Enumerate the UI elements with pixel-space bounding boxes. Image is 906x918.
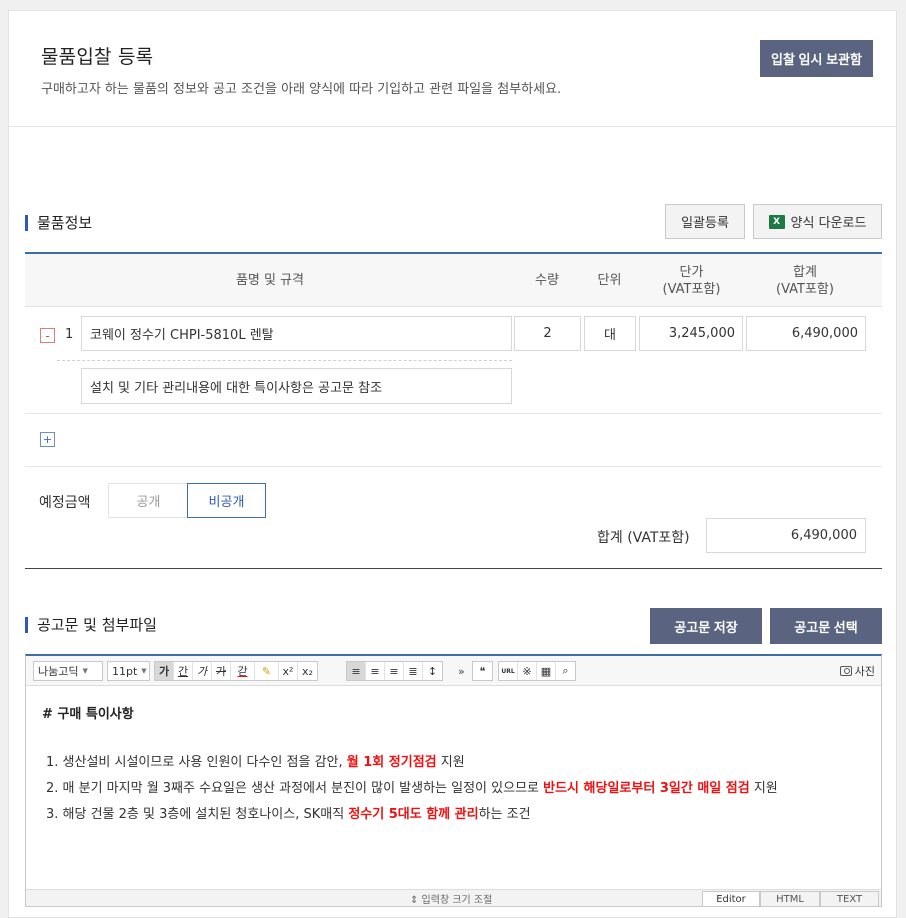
line-text: 하는 조건 bbox=[478, 807, 531, 822]
col-price-line1: 단가 bbox=[679, 264, 704, 280]
save-notice-button[interactable]: 공고문 저장 bbox=[650, 608, 762, 644]
line-text: 지원 bbox=[749, 781, 778, 796]
line-text: 2. 매 분기 마지막 월 3째주 수요일은 생산 과정에서 분진이 많이 발생… bbox=[46, 781, 544, 796]
line-highlight: 정수기 5대도 함께 관리 bbox=[348, 807, 479, 822]
underline-button[interactable]: 간 bbox=[174, 662, 193, 680]
col-total-line1: 합계 bbox=[793, 264, 817, 280]
link-icon[interactable]: URL bbox=[499, 662, 518, 680]
estimated-price-label: 예정금액 bbox=[39, 495, 91, 511]
row-separator bbox=[25, 466, 882, 467]
align-center-icon[interactable]: ≡ bbox=[366, 662, 385, 680]
editor-toolbar: 나눔고딕 ▼ 11pt ▼ 가 간 가 가 갇 ✎ x² x₂ ≡ ≡ ≡ ≣ ↕ bbox=[26, 656, 881, 686]
item-qty-field[interactable]: 2 bbox=[514, 316, 581, 351]
sum-value-field: 6,490,000 bbox=[706, 518, 866, 553]
quote-group: ❝ bbox=[472, 661, 493, 681]
page-title: 물품입찰 등록 bbox=[41, 46, 154, 68]
page-description: 구매하고자 하는 물품의 정보와 공고 조건을 아래 양식에 따라 기입하고 관… bbox=[41, 82, 562, 97]
col-total-line2: (VAT포함) bbox=[776, 281, 834, 297]
rich-text-editor: 나눔고딕 ▼ 11pt ▼ 가 간 가 가 갇 ✎ x² x₂ ≡ ≡ ≡ ≣ ↕ bbox=[25, 654, 882, 907]
photo-button[interactable]: 사진 bbox=[839, 661, 875, 681]
line-text: 1. 생산설비 시설이므로 사용 인원이 다수인 점을 감안, bbox=[46, 755, 347, 770]
tab-html[interactable]: HTML bbox=[760, 891, 820, 906]
row-divider bbox=[57, 360, 512, 361]
bold-button[interactable]: 가 bbox=[155, 662, 174, 680]
bulk-register-button[interactable]: 일괄등록 bbox=[665, 204, 745, 239]
highlight-icon[interactable]: ✎ bbox=[255, 662, 279, 680]
col-price: 단가 (VAT포함) bbox=[638, 254, 745, 307]
col-name: 품명 및 규격 bbox=[235, 273, 305, 288]
line-height-icon[interactable]: ↕ bbox=[423, 662, 442, 680]
list-item: 1. 생산설비 시설이므로 사용 인원이 다수인 점을 감안, 월 1회 정기점… bbox=[46, 750, 778, 776]
align-right-icon[interactable]: ≡ bbox=[385, 662, 404, 680]
quote-icon[interactable]: ❝ bbox=[473, 662, 492, 680]
strikethrough-button[interactable]: 가 bbox=[212, 662, 231, 680]
chevron-down-icon: ▼ bbox=[82, 667, 88, 675]
temp-storage-button[interactable]: 입찰 임시 보관함 bbox=[760, 40, 873, 77]
subscript-icon[interactable]: x₂ bbox=[298, 662, 317, 680]
chevron-down-icon: ▼ bbox=[141, 667, 147, 675]
photo-label: 사진 bbox=[854, 665, 875, 678]
text-style-group: 가 간 가 가 갇 ✎ x² x₂ bbox=[154, 661, 318, 681]
align-justify-icon[interactable]: ≣ bbox=[404, 662, 423, 680]
col-price-line2: (VAT포함) bbox=[662, 281, 721, 297]
items-table-header: 품명 및 규격 수량 단위 단가 (VAT포함) 합계 (VAT포함) bbox=[25, 252, 882, 307]
item-note-field[interactable]: 설치 및 기타 관리내용에 대한 특이사항은 공고문 참조 bbox=[81, 368, 512, 404]
bid-registration-page: 물품입찰 등록 구매하고자 하는 물품의 정보와 공고 조건을 아래 양식에 따… bbox=[8, 10, 897, 918]
col-unit: 단위 bbox=[597, 273, 622, 288]
form-download-button[interactable]: X 양식 다운로드 bbox=[753, 204, 882, 239]
font-color-button[interactable]: 갇 bbox=[231, 662, 255, 680]
excel-icon: X bbox=[768, 214, 785, 229]
form-download-label: 양식 다운로드 bbox=[790, 216, 867, 231]
bulk-register-label: 일괄등록 bbox=[681, 216, 729, 231]
resize-handle[interactable]: ⇕ 입력창 크기 조절 Editor HTML TEXT bbox=[26, 889, 881, 906]
font-size-value: 11pt bbox=[112, 664, 138, 678]
table-icon[interactable]: ▦ bbox=[537, 662, 556, 680]
item-price-field[interactable]: 3,245,000 bbox=[639, 316, 743, 351]
item-total-field[interactable]: 6,490,000 bbox=[746, 316, 866, 351]
items-section-title: 물품정보 bbox=[25, 214, 92, 232]
section-divider bbox=[25, 568, 882, 569]
search-icon[interactable]: ⌕ bbox=[556, 662, 575, 680]
more-icon[interactable]: » bbox=[458, 661, 465, 681]
resize-label: ⇕ 입력창 크기 조절 bbox=[410, 895, 493, 906]
font-family-select[interactable]: 나눔고딕 ▼ bbox=[33, 661, 103, 681]
tab-text[interactable]: TEXT bbox=[820, 891, 879, 906]
editor-content[interactable]: # 구매 특이사항 1. 생산설비 시설이므로 사용 인원이 다수인 점을 감안… bbox=[42, 703, 778, 828]
tab-editor[interactable]: Editor bbox=[702, 891, 760, 906]
line-text: 지원 bbox=[436, 755, 465, 770]
page-header: 물품입찰 등록 구매하고자 하는 물품의 정보와 공고 조건을 아래 양식에 따… bbox=[9, 11, 896, 127]
font-size-select[interactable]: 11pt ▼ bbox=[107, 661, 150, 681]
col-qty: 수량 bbox=[535, 273, 559, 288]
add-row-button[interactable]: + bbox=[40, 432, 55, 447]
italic-button[interactable]: 가 bbox=[193, 662, 212, 680]
list-item: 2. 매 분기 마지막 월 3째주 수요일은 생산 과정에서 분진이 많이 발생… bbox=[46, 776, 778, 802]
line-highlight: 월 1회 정기점검 bbox=[346, 755, 437, 770]
font-family-value: 나눔고딕 bbox=[38, 665, 79, 678]
item-unit-field[interactable]: 대 bbox=[584, 316, 636, 351]
col-total: 합계 (VAT포함) bbox=[745, 254, 865, 307]
line-highlight: 반드시 해당일로부터 3일간 매일 점검 bbox=[543, 781, 750, 796]
public-toggle[interactable]: 공개 bbox=[108, 483, 188, 518]
sum-label: 합계 (VAT포함) bbox=[597, 530, 690, 546]
superscript-icon[interactable]: x² bbox=[279, 662, 298, 680]
line-text: 3. 해당 건물 2층 및 3층에 설치된 청호나이스, SK매직 bbox=[46, 807, 349, 822]
insert-group: URL ※ ▦ ⌕ bbox=[498, 661, 576, 681]
private-toggle[interactable]: 비공개 bbox=[187, 483, 266, 518]
align-group: ≡ ≡ ≡ ≣ ↕ bbox=[346, 661, 443, 681]
row-number: 1 bbox=[65, 327, 74, 342]
notice-section-title: 공고문 및 첨부파일 bbox=[25, 616, 157, 634]
align-left-icon[interactable]: ≡ bbox=[347, 662, 366, 680]
content-list: 1. 생산설비 시설이므로 사용 인원이 다수인 점을 감안, 월 1회 정기점… bbox=[42, 750, 778, 828]
remove-row-button[interactable]: - bbox=[40, 328, 55, 343]
select-notice-button[interactable]: 공고문 선택 bbox=[770, 608, 882, 644]
row-separator bbox=[25, 413, 882, 414]
item-name-field[interactable]: 코웨이 정수기 CHPI-5810L 렌탈 bbox=[81, 316, 512, 351]
camera-icon bbox=[839, 666, 852, 676]
list-item: 3. 해당 건물 2층 및 3층에 설치된 청호나이스, SK매직 정수기 5대… bbox=[46, 802, 778, 828]
special-char-icon[interactable]: ※ bbox=[518, 662, 537, 680]
content-heading: # 구매 특이사항 bbox=[42, 707, 134, 722]
